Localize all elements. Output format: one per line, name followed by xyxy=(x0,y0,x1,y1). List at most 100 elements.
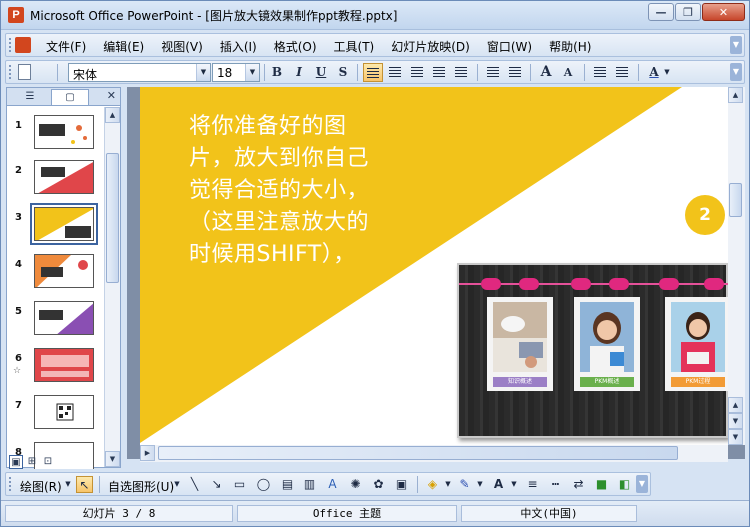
text-shadow-button[interactable]: S xyxy=(333,63,353,82)
clipart-tool-icon[interactable]: ✿ xyxy=(370,476,387,493)
title-bar[interactable]: P Microsoft Office PowerPoint - [图片放大镜效果… xyxy=(1,1,749,30)
slide-thumbnail-7[interactable]: 7 xyxy=(7,395,103,442)
chevron-down-icon[interactable]: ▼ xyxy=(509,476,519,493)
menu-grip-handle[interactable] xyxy=(9,38,12,52)
grow-font-button[interactable]: A xyxy=(536,63,556,82)
numbering-button[interactable] xyxy=(483,63,503,82)
menu-tools[interactable]: 工具(T) xyxy=(334,38,375,55)
line-color-icon[interactable]: ✎ xyxy=(456,476,473,493)
scroll-down-icon[interactable]: ▼ xyxy=(728,429,743,445)
scroll-right-icon[interactable]: ▶ xyxy=(140,445,155,461)
align-center-button[interactable] xyxy=(385,63,405,82)
arrow-tool-icon[interactable]: ↘ xyxy=(208,476,225,493)
select-pointer-button[interactable]: ↖ xyxy=(76,476,93,493)
chevron-down-icon[interactable]: ▼ xyxy=(475,476,485,493)
vertical-textbox-tool-icon[interactable]: ▥ xyxy=(301,476,318,493)
slide-preview[interactable] xyxy=(34,160,94,194)
slide-preview[interactable] xyxy=(34,115,94,149)
vertical-distribute-button[interactable] xyxy=(451,63,471,82)
italic-button[interactable]: I xyxy=(289,63,309,82)
next-slide-icon[interactable]: ▼ xyxy=(728,413,743,429)
oval-tool-icon[interactable]: ◯ xyxy=(255,476,272,493)
scroll-down-icon[interactable]: ▼ xyxy=(105,451,120,467)
minimize-button[interactable]: — xyxy=(648,3,674,21)
menu-overflow-chevron-icon[interactable]: ▼ xyxy=(730,36,742,54)
slide-preview[interactable] xyxy=(34,207,94,241)
pane-scrollbar[interactable]: ▲ ▼ xyxy=(104,107,120,467)
toolbar-grip-handle[interactable] xyxy=(9,477,12,491)
slide-thumbnail-5[interactable]: 5 xyxy=(7,301,103,348)
diagram-tool-icon[interactable]: ✺ xyxy=(347,476,364,493)
slide-thumbnail-3[interactable]: 3 xyxy=(7,203,103,254)
slide-thumbnail-6[interactable]: 6 ☆ xyxy=(7,348,103,395)
slide-thumbnail-1[interactable]: 1 xyxy=(7,115,103,162)
shrink-font-button[interactable]: A xyxy=(558,63,578,82)
distributed-align-button[interactable] xyxy=(429,63,449,82)
chevron-down-icon[interactable]: ▼ xyxy=(196,64,210,81)
rectangle-tool-icon[interactable]: ▭ xyxy=(231,476,248,493)
current-slide[interactable]: 将你准备好的图片，放大到你自己觉得合适的大小，（这里注意放大的时候用SHIFT）… xyxy=(140,87,728,445)
align-right-button[interactable] xyxy=(407,63,427,82)
menu-slideshow[interactable]: 幻灯片放映(D) xyxy=(391,38,470,55)
font-color-dropdown-icon[interactable]: ▼ xyxy=(662,63,672,82)
bold-button[interactable]: B xyxy=(267,63,287,82)
close-button[interactable]: ✕ xyxy=(702,3,745,21)
slide-sorter-view-icon[interactable]: ⊞ xyxy=(25,455,39,469)
underline-button[interactable]: U xyxy=(311,63,331,82)
restore-button[interactable]: ❐ xyxy=(675,3,701,21)
slide-thumbnail-4[interactable]: 4 xyxy=(7,254,103,301)
menu-format[interactable]: 格式(O) xyxy=(274,38,317,55)
chevron-down-icon[interactable]: ▼ xyxy=(172,476,182,493)
toolbar-overflow-chevron-icon[interactable]: ▼ xyxy=(730,63,742,81)
slideshow-view-icon[interactable]: ⊡ xyxy=(41,455,55,469)
status-theme[interactable]: Office 主题 xyxy=(237,505,457,522)
drawbar-overflow-chevron-icon[interactable]: ▼ xyxy=(636,475,648,493)
scroll-thumb[interactable] xyxy=(158,446,678,460)
increase-indent-button[interactable] xyxy=(612,63,632,82)
menu-insert[interactable]: 插入(I) xyxy=(220,38,257,55)
toolbar-grip-handle[interactable] xyxy=(9,65,12,79)
slide-preview[interactable] xyxy=(34,395,94,429)
dash-style-icon[interactable]: ┅ xyxy=(547,476,564,493)
decrease-indent-button[interactable] xyxy=(590,63,610,82)
tab-outline[interactable]: ☰ xyxy=(11,89,49,105)
menu-view[interactable]: 视图(V) xyxy=(161,38,203,55)
slide-preview[interactable] xyxy=(34,348,94,382)
menu-help[interactable]: 帮助(H) xyxy=(549,38,591,55)
powerpoint-app-icon[interactable]: P xyxy=(8,7,24,23)
autoshapes-menu-button[interactable]: 自选图形(U) xyxy=(108,478,174,495)
tab-slides[interactable]: ▢ xyxy=(51,89,89,105)
menu-edit[interactable]: 编辑(E) xyxy=(103,38,144,55)
picture-tool-icon[interactable]: ▣ xyxy=(393,476,410,493)
line-style-icon[interactable]: ≡ xyxy=(524,476,541,493)
menu-file[interactable]: 文件(F) xyxy=(46,38,86,55)
align-left-button[interactable] xyxy=(363,63,383,82)
fill-color-icon[interactable]: ◈ xyxy=(424,476,441,493)
slide-body-text[interactable]: 将你准备好的图片，放大到你自己觉得合适的大小，（这里注意放大的时候用SHIFT）… xyxy=(189,111,385,271)
slide-thumbnail-2[interactable]: 2 xyxy=(7,160,103,207)
font-size-select[interactable]: 18 ▼ xyxy=(212,63,260,82)
slide-preview[interactable] xyxy=(34,254,94,288)
document-icon[interactable] xyxy=(15,37,31,53)
chevron-down-icon[interactable]: ▼ xyxy=(443,476,453,493)
draw-menu-button[interactable]: 绘图(R) xyxy=(20,478,62,495)
arrow-style-icon[interactable]: ⇄ xyxy=(570,476,587,493)
textbox-tool-icon[interactable]: ▤ xyxy=(279,476,296,493)
3d-style-icon[interactable]: ◧ xyxy=(616,476,633,493)
bullets-button[interactable] xyxy=(505,63,525,82)
chevron-down-icon[interactable]: ▼ xyxy=(245,64,259,81)
scroll-thumb[interactable] xyxy=(106,153,119,283)
close-pane-icon[interactable]: ✕ xyxy=(107,89,116,102)
slide-horizontal-scrollbar[interactable]: ◀ ▶ xyxy=(140,445,728,462)
scroll-up-icon[interactable]: ▲ xyxy=(105,107,120,123)
scroll-thumb[interactable] xyxy=(729,183,742,217)
normal-view-icon[interactable]: ▣ xyxy=(9,455,23,469)
slide-editing-area[interactable]: 将你准备好的图片，放大到你自己觉得合适的大小，（这里注意放大的时候用SHIFT）… xyxy=(127,87,745,459)
menu-window[interactable]: 窗口(W) xyxy=(487,38,532,55)
scroll-up-icon[interactable]: ▲ xyxy=(728,87,743,103)
font-name-select[interactable]: 宋体 ▼ xyxy=(68,63,211,82)
photo-board-image[interactable]: 知识概述 PKM概述 PKM过程 xyxy=(457,263,728,438)
wordart-tool-icon[interactable]: A xyxy=(324,476,341,493)
new-document-icon[interactable] xyxy=(18,64,31,80)
previous-slide-icon[interactable]: ▲ xyxy=(728,397,743,413)
